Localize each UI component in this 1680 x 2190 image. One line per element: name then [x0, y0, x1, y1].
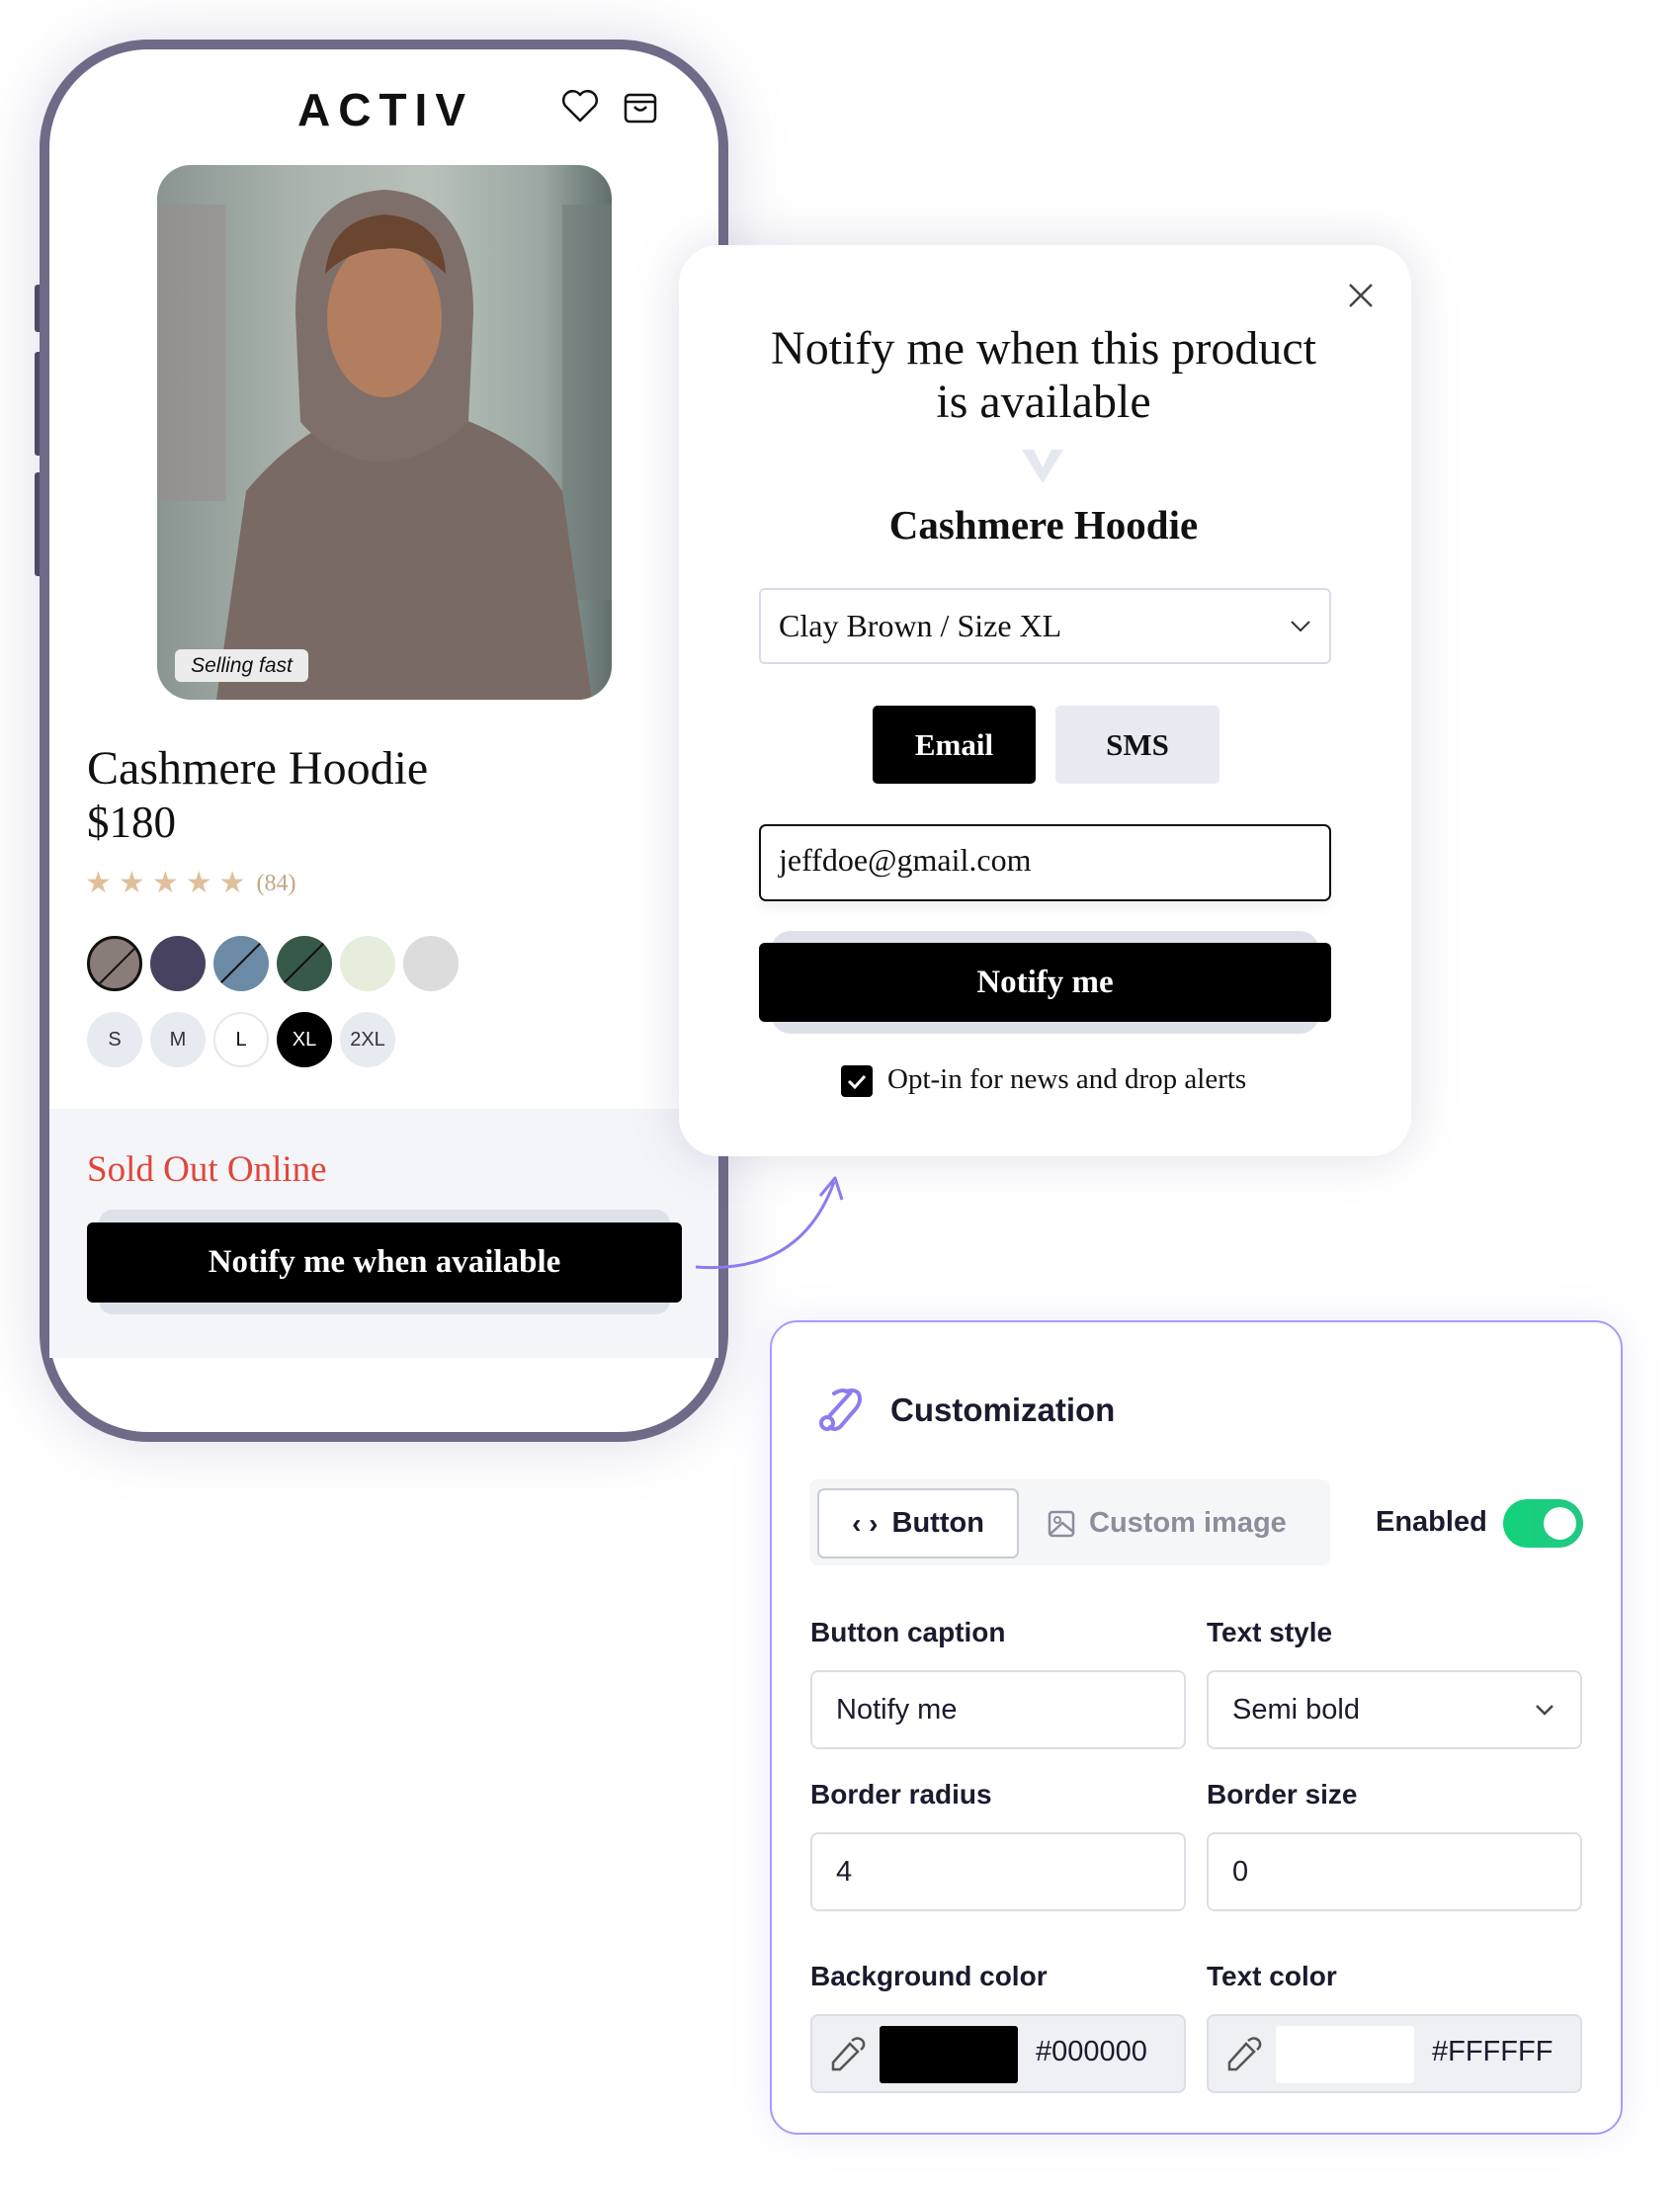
variant-value: Clay Brown / Size XL: [779, 608, 1062, 643]
star-icon: ★: [185, 867, 212, 899]
customization-title: Customization: [890, 1391, 1116, 1428]
enabled-toggle[interactable]: [1503, 1499, 1583, 1548]
text-color-swatch[interactable]: [1276, 2026, 1414, 2083]
background-color-hex: #000000: [1036, 2036, 1147, 2067]
star-icon: ★: [151, 867, 179, 899]
close-icon[interactable]: [1348, 283, 1374, 308]
review-count[interactable]: (84): [257, 868, 296, 899]
image-icon: [1048, 1510, 1075, 1537]
enabled-label: Enabled: [1376, 1506, 1487, 1538]
code-icon: ‹ ›: [852, 1507, 879, 1539]
tab-custom-image[interactable]: Custom image: [1048, 1488, 1324, 1558]
size-option-m[interactable]: M: [150, 1012, 206, 1067]
border-radius-input[interactable]: 4: [810, 1832, 1186, 1911]
border-radius-label: Border radius: [810, 1779, 992, 1810]
eyedropper-icon[interactable]: [1224, 2036, 1262, 2073]
sold-out-label: Sold Out Online: [87, 1149, 327, 1190]
toggle-knob: [1544, 1507, 1576, 1540]
optin-checkbox[interactable]: [841, 1065, 873, 1097]
color-swatch[interactable]: [150, 936, 206, 991]
button-caption-label: Button caption: [810, 1617, 1006, 1647]
unavailable-slash: [94, 942, 139, 988]
background-color-label: Background color: [810, 1961, 1048, 1991]
chevron-down-icon: [1536, 1705, 1554, 1716]
eyedropper-icon[interactable]: [828, 2036, 866, 2073]
heart-icon[interactable]: [561, 89, 599, 123]
border-size-input[interactable]: 0: [1207, 1832, 1582, 1911]
text-color-input[interactable]: #FFFFFF: [1207, 2014, 1582, 2093]
text-color-label: Text color: [1207, 1961, 1337, 1991]
product-price: $180: [87, 798, 176, 847]
color-swatch[interactable]: [277, 936, 332, 991]
check-icon: [847, 1074, 867, 1090]
arrow-connector: [695, 1176, 844, 1270]
size-option-s[interactable]: S: [87, 1012, 142, 1067]
selling-fast-badge: Selling fast: [175, 649, 308, 682]
tab-button-label: Button: [891, 1507, 984, 1539]
chevron-down-icon: [1291, 621, 1310, 632]
brand-logo: ACTIV: [297, 84, 473, 135]
hoodie-model-image: [157, 190, 612, 700]
background-color-input[interactable]: #000000: [810, 2014, 1186, 2093]
product-title: Cashmere Hoodie: [87, 742, 429, 795]
color-swatch[interactable]: [87, 936, 142, 991]
text-style-select[interactable]: Semi bold: [1207, 1670, 1582, 1749]
text-style-value: Semi bold: [1232, 1694, 1360, 1726]
star-rating: ★ ★ ★ ★ ★ (84): [85, 868, 296, 899]
unavailable-slash: [217, 939, 265, 986]
email-value: jeffdoe@gmail.com: [779, 842, 1032, 878]
size-option-xl[interactable]: XL: [277, 1012, 332, 1067]
tab-custom-image-label: Custom image: [1089, 1507, 1287, 1539]
paint-brush-icon: [819, 1389, 863, 1431]
color-swatch[interactable]: [213, 936, 269, 991]
background-color-swatch[interactable]: [880, 2026, 1018, 2083]
size-option-2xl[interactable]: 2XL: [340, 1012, 395, 1067]
star-icon: ★: [85, 867, 112, 899]
star-icon: ★: [118, 867, 145, 899]
modal-title-line2: is available: [936, 376, 1151, 428]
star-icon: ★: [218, 867, 246, 899]
text-style-label: Text style: [1207, 1617, 1333, 1647]
shopping-bag-icon[interactable]: [623, 89, 658, 125]
color-swatch[interactable]: [403, 936, 459, 991]
size-option-l[interactable]: L: [213, 1012, 269, 1067]
text-color-hex: #FFFFFF: [1432, 2036, 1554, 2067]
tab-sms[interactable]: SMS: [1055, 706, 1219, 784]
color-swatch[interactable]: [340, 936, 395, 991]
product-photo[interactable]: [157, 165, 612, 700]
notify-when-available-button[interactable]: Notify me when available: [87, 1222, 682, 1303]
tab-button[interactable]: ‹ › Button: [817, 1488, 1019, 1558]
modal-product-name: Cashmere Hoodie: [888, 502, 1199, 548]
email-input[interactable]: jeffdoe@gmail.com: [759, 824, 1331, 901]
modal-title: Notify me when this product is available: [692, 322, 1395, 429]
notify-me-button[interactable]: Notify me: [759, 943, 1331, 1022]
button-caption-input[interactable]: Notify me: [810, 1670, 1186, 1749]
tab-email[interactable]: Email: [873, 706, 1036, 784]
chevron-down-icon: [1022, 450, 1063, 483]
border-size-label: Border size: [1207, 1779, 1358, 1810]
optin-label[interactable]: Opt-in for news and drop alerts: [887, 1063, 1246, 1096]
variant-select[interactable]: Clay Brown / Size XL: [759, 588, 1331, 664]
unavailable-slash: [281, 939, 328, 986]
modal-title-line1: Notify me when this product: [771, 322, 1316, 375]
